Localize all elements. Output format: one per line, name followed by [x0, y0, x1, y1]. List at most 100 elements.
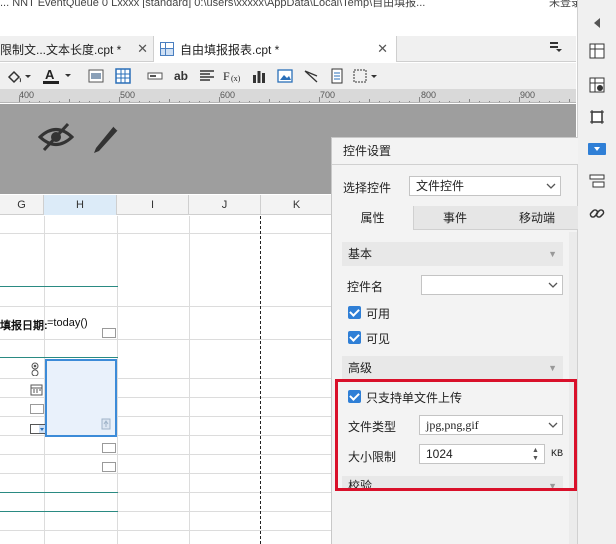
- tab-events[interactable]: 事件: [414, 206, 496, 230]
- tab-properties[interactable]: 属性: [332, 206, 414, 230]
- cell-element-icon[interactable]: [588, 76, 606, 94]
- collapse-arrow-icon[interactable]: [588, 14, 606, 32]
- image-icon[interactable]: [276, 67, 294, 85]
- ruler-label: 800: [421, 90, 437, 100]
- window-titlebar: ... NNT EventQueue 0 Lxxxx [standard] 0:…: [0, 0, 616, 8]
- edit-pencil-icon[interactable]: [90, 120, 122, 157]
- tab-mobile[interactable]: 移动端: [496, 206, 578, 230]
- ruler-tick: [189, 101, 190, 102]
- widget-name-label: 控件名: [347, 280, 384, 294]
- horizontal-ruler: 400 500 600 700 800 900: [0, 89, 576, 103]
- upload-widget-icon: [101, 418, 111, 433]
- tab-label: 限制文...文本长度.cpt *: [0, 42, 122, 57]
- border-icon[interactable]: [88, 67, 104, 85]
- enabled-label: 可用: [366, 307, 391, 321]
- widget-type-select[interactable]: 文件控件: [409, 176, 561, 196]
- ruler-tick: [429, 101, 430, 102]
- table-grid-icon[interactable]: [114, 67, 132, 85]
- ruler-tick: [149, 101, 150, 102]
- chevron-down-icon: [548, 276, 558, 300]
- font-color-icon[interactable]: A: [40, 67, 74, 85]
- ruler-tick: [259, 101, 260, 102]
- formula-cell[interactable]: =today(): [47, 317, 88, 329]
- ruler-tick: [249, 101, 250, 102]
- tab-free-fill-report[interactable]: 自由填报报表.cpt * ✕: [153, 36, 397, 62]
- ruler-tick: [389, 101, 390, 102]
- ruler-label: 700: [320, 90, 336, 100]
- visible-checkbox[interactable]: [348, 331, 361, 344]
- column-g-header[interactable]: G: [0, 195, 44, 215]
- ruler-tick: [499, 101, 500, 102]
- ruler-tick: [329, 101, 330, 102]
- svg-text:(x): (x): [231, 74, 241, 83]
- border-line: [0, 511, 118, 512]
- widget-marker: [102, 462, 116, 472]
- label-widget-icon[interactable]: ab: [172, 67, 190, 85]
- ruler-tick: [449, 101, 450, 102]
- ruler-tick: [29, 101, 30, 102]
- select-widget-label: 选择控件: [343, 181, 392, 195]
- cell-border-dropdown-icon[interactable]: [352, 67, 380, 85]
- ruler-tick: [409, 101, 410, 102]
- combo-widget-icon: [30, 423, 46, 437]
- column-j-header[interactable]: J: [189, 195, 261, 215]
- ruler-tick: [239, 101, 240, 102]
- cell-attribute-icon[interactable]: [588, 42, 606, 60]
- ruler-tick: [269, 99, 270, 102]
- ruler-tick: [489, 101, 490, 102]
- ruler-tick: [459, 101, 460, 102]
- ruler-tick: [229, 101, 230, 102]
- grid-line: [0, 454, 333, 455]
- ruler-tick: [529, 101, 530, 102]
- grid-line: [189, 216, 190, 544]
- column-i-header[interactable]: I: [117, 195, 189, 215]
- tab-text-length[interactable]: 限制文...文本长度.cpt * ✕: [0, 36, 152, 62]
- grid-line: [0, 339, 333, 340]
- section-advanced-label: 高级: [348, 361, 373, 375]
- ruler-tick: [199, 101, 200, 102]
- close-icon[interactable]: ✕: [377, 41, 388, 57]
- text-align-icon[interactable]: [198, 67, 216, 85]
- ruler-tick: [309, 101, 310, 102]
- hidden-eye-icon[interactable]: [37, 122, 75, 155]
- section-basic[interactable]: 基本 ▼: [342, 242, 563, 266]
- chart-icon[interactable]: [250, 67, 268, 85]
- column-h-header[interactable]: H: [44, 195, 117, 215]
- ruler-tick: [439, 101, 440, 102]
- textfield-widget-icon[interactable]: [146, 67, 164, 85]
- ruler-label: 900: [520, 90, 536, 100]
- widget-marker: [30, 404, 44, 414]
- tab-list-dropdown-icon[interactable]: [549, 41, 563, 56]
- grid-line: [0, 530, 333, 531]
- grid-line: [0, 306, 333, 307]
- widget-settings-icon[interactable]: [586, 138, 608, 160]
- ruler-tick: [49, 101, 50, 102]
- visible-label: 可见: [366, 332, 391, 346]
- formula-icon[interactable]: F (x): [222, 67, 242, 85]
- enabled-checkbox[interactable]: [348, 306, 361, 319]
- section-basic-label: 基本: [348, 247, 373, 261]
- ruler-tick: [289, 101, 290, 102]
- fill-color-icon[interactable]: [4, 67, 34, 85]
- report-file-icon: [160, 42, 174, 56]
- grid-line: [117, 216, 118, 544]
- selected-cell-h[interactable]: [45, 359, 117, 437]
- border-line: [0, 286, 118, 287]
- hyperlink-icon[interactable]: [588, 204, 606, 222]
- condition-attribute-icon[interactable]: [588, 172, 606, 190]
- section-advanced[interactable]: 高级 ▼: [342, 356, 563, 380]
- column-k-header[interactable]: K: [261, 195, 333, 215]
- panel-title: 控件设置: [332, 138, 578, 165]
- ruler-tick: [399, 101, 400, 102]
- fill-date-label: 填报日期:: [0, 320, 48, 332]
- slash-line-icon[interactable]: [302, 67, 320, 85]
- ruler-label: 500: [120, 90, 136, 100]
- subreport-icon[interactable]: [328, 67, 346, 85]
- ruler-tick: [559, 101, 560, 102]
- collapse-caret-icon: ▼: [548, 249, 557, 259]
- ruler-tick: [109, 101, 110, 102]
- close-icon[interactable]: ✕: [137, 41, 148, 57]
- widget-name-input[interactable]: [421, 275, 563, 295]
- border-line: [0, 492, 118, 493]
- float-element-icon[interactable]: [588, 108, 606, 126]
